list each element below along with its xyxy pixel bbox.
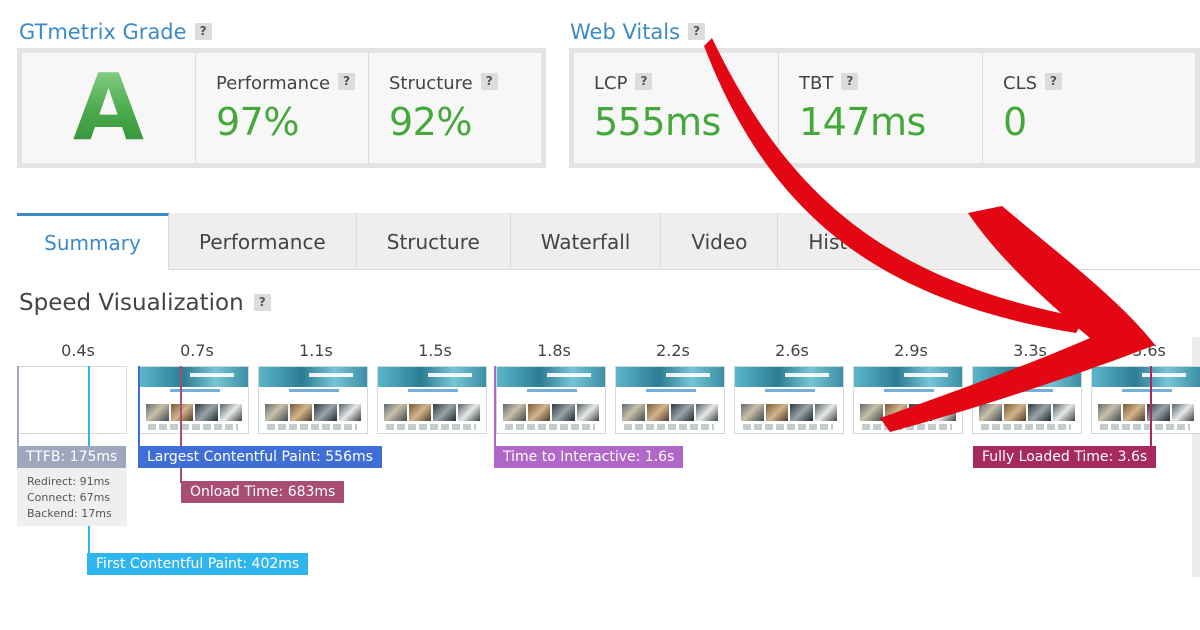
tbt-value: 147ms xyxy=(799,100,926,144)
timeline-tick: 2.2s xyxy=(656,341,690,360)
filmstrip-frame[interactable] xyxy=(1091,366,1200,434)
ttfb-details: Redirect: 91ms Connect: 67ms Backend: 17… xyxy=(17,468,127,526)
cls-help-icon[interactable]: ? xyxy=(1045,73,1063,90)
ttfb-line xyxy=(17,366,19,448)
vitals-help-icon[interactable]: ? xyxy=(688,23,706,40)
lcp-marker[interactable]: Largest Contentful Paint: 556ms xyxy=(138,446,382,468)
lcp-line xyxy=(138,366,140,448)
cls-label: CLS xyxy=(1003,73,1038,94)
performance-help-icon[interactable]: ? xyxy=(338,73,356,90)
lcp-label: LCP xyxy=(594,73,628,94)
filmstrip-frame[interactable] xyxy=(734,366,844,434)
timeline-tick: 1.1s xyxy=(299,341,333,360)
tti-marker[interactable]: Time to Interactive: 1.6s xyxy=(494,446,684,468)
timeline-tick: 3.6s xyxy=(1132,341,1166,360)
grade-panel: A Performance? 97% Structure? 92% xyxy=(17,48,546,168)
filmstrip-frame[interactable] xyxy=(496,366,606,434)
performance-label: Performance xyxy=(216,73,331,94)
connect-time: Connect: 67ms xyxy=(27,491,111,504)
gtmetrix-grade-title-text: GTmetrix Grade xyxy=(19,20,187,44)
tbt-cell: TBT? 147ms xyxy=(778,53,982,163)
tab-structure[interactable]: Structure xyxy=(356,213,511,270)
timeline-tick: 2.6s xyxy=(775,341,809,360)
gtmetrix-grade-title: GTmetrix Grade? xyxy=(19,20,212,44)
tab-summary[interactable]: Summary xyxy=(17,213,169,270)
grade-letter: A xyxy=(72,54,145,161)
tbt-label: TBT xyxy=(799,73,834,94)
structure-cell: Structure? 92% xyxy=(368,53,541,163)
cls-value: 0 xyxy=(1003,100,1027,144)
timeline-tick: 1.8s xyxy=(537,341,571,360)
structure-value: 92% xyxy=(389,100,472,144)
fully-loaded-marker[interactable]: Fully Loaded Time: 3.6s xyxy=(973,446,1157,468)
timeline-tick: 0.7s xyxy=(180,341,214,360)
filmstrip-frame[interactable] xyxy=(139,366,249,434)
report-tabs: Summary Performance Structure Waterfall … xyxy=(17,213,1200,270)
filmstrip-frame[interactable] xyxy=(258,366,368,434)
grade-help-icon[interactable]: ? xyxy=(194,23,212,40)
lcp-value: 555ms xyxy=(594,100,721,144)
performance-cell: Performance? 97% xyxy=(195,53,368,163)
filmstrip-frame[interactable] xyxy=(377,366,487,434)
ttfb-marker[interactable]: TTFB: 175ms xyxy=(17,446,127,468)
lcp-cell: LCP? 555ms xyxy=(574,53,778,163)
redirect-time: Redirect: 91ms xyxy=(27,475,111,488)
fcp-marker[interactable]: First Contentful Paint: 402ms xyxy=(87,553,309,575)
timeline-tick: 2.9s xyxy=(894,341,928,360)
backend-time: Backend: 17ms xyxy=(27,507,112,520)
tti-line xyxy=(494,366,496,448)
structure-label: Structure xyxy=(389,73,473,94)
tab-waterfall[interactable]: Waterfall xyxy=(510,213,662,270)
grade-letter-cell: A xyxy=(22,53,195,163)
structure-help-icon[interactable]: ? xyxy=(480,73,498,90)
fully-loaded-line xyxy=(1150,366,1152,448)
timeline-tick: 0.4s xyxy=(61,341,95,360)
tab-video[interactable]: Video xyxy=(661,213,779,270)
tab-performance[interactable]: Performance xyxy=(169,213,357,270)
tbt-help-icon[interactable]: ? xyxy=(841,73,859,90)
tab-history[interactable]: Histo xyxy=(778,213,1019,270)
timeline-tick: 3.3s xyxy=(1013,341,1047,360)
speed-visualization-title-text: Speed Visualization xyxy=(19,290,244,316)
filmstrip-frame[interactable] xyxy=(17,366,127,434)
speed-help-icon[interactable]: ? xyxy=(253,294,271,311)
timeline-tick: 1.5s xyxy=(418,341,452,360)
web-vitals-title-text: Web Vitals xyxy=(570,20,681,44)
filmstrip-frame[interactable] xyxy=(972,366,1082,434)
web-vitals-title: Web Vitals? xyxy=(570,20,706,44)
filmstrip-frame[interactable] xyxy=(615,366,725,434)
performance-value: 97% xyxy=(216,100,299,144)
onload-marker[interactable]: Onload Time: 683ms xyxy=(181,481,345,503)
vitals-panel: LCP? 555ms TBT? 147ms CLS? 0 xyxy=(569,48,1200,168)
lcp-help-icon[interactable]: ? xyxy=(635,73,653,90)
filmstrip-frame[interactable] xyxy=(853,366,963,434)
cls-cell: CLS? 0 xyxy=(982,53,1195,163)
speed-visualization-title: Speed Visualization? xyxy=(19,290,271,316)
